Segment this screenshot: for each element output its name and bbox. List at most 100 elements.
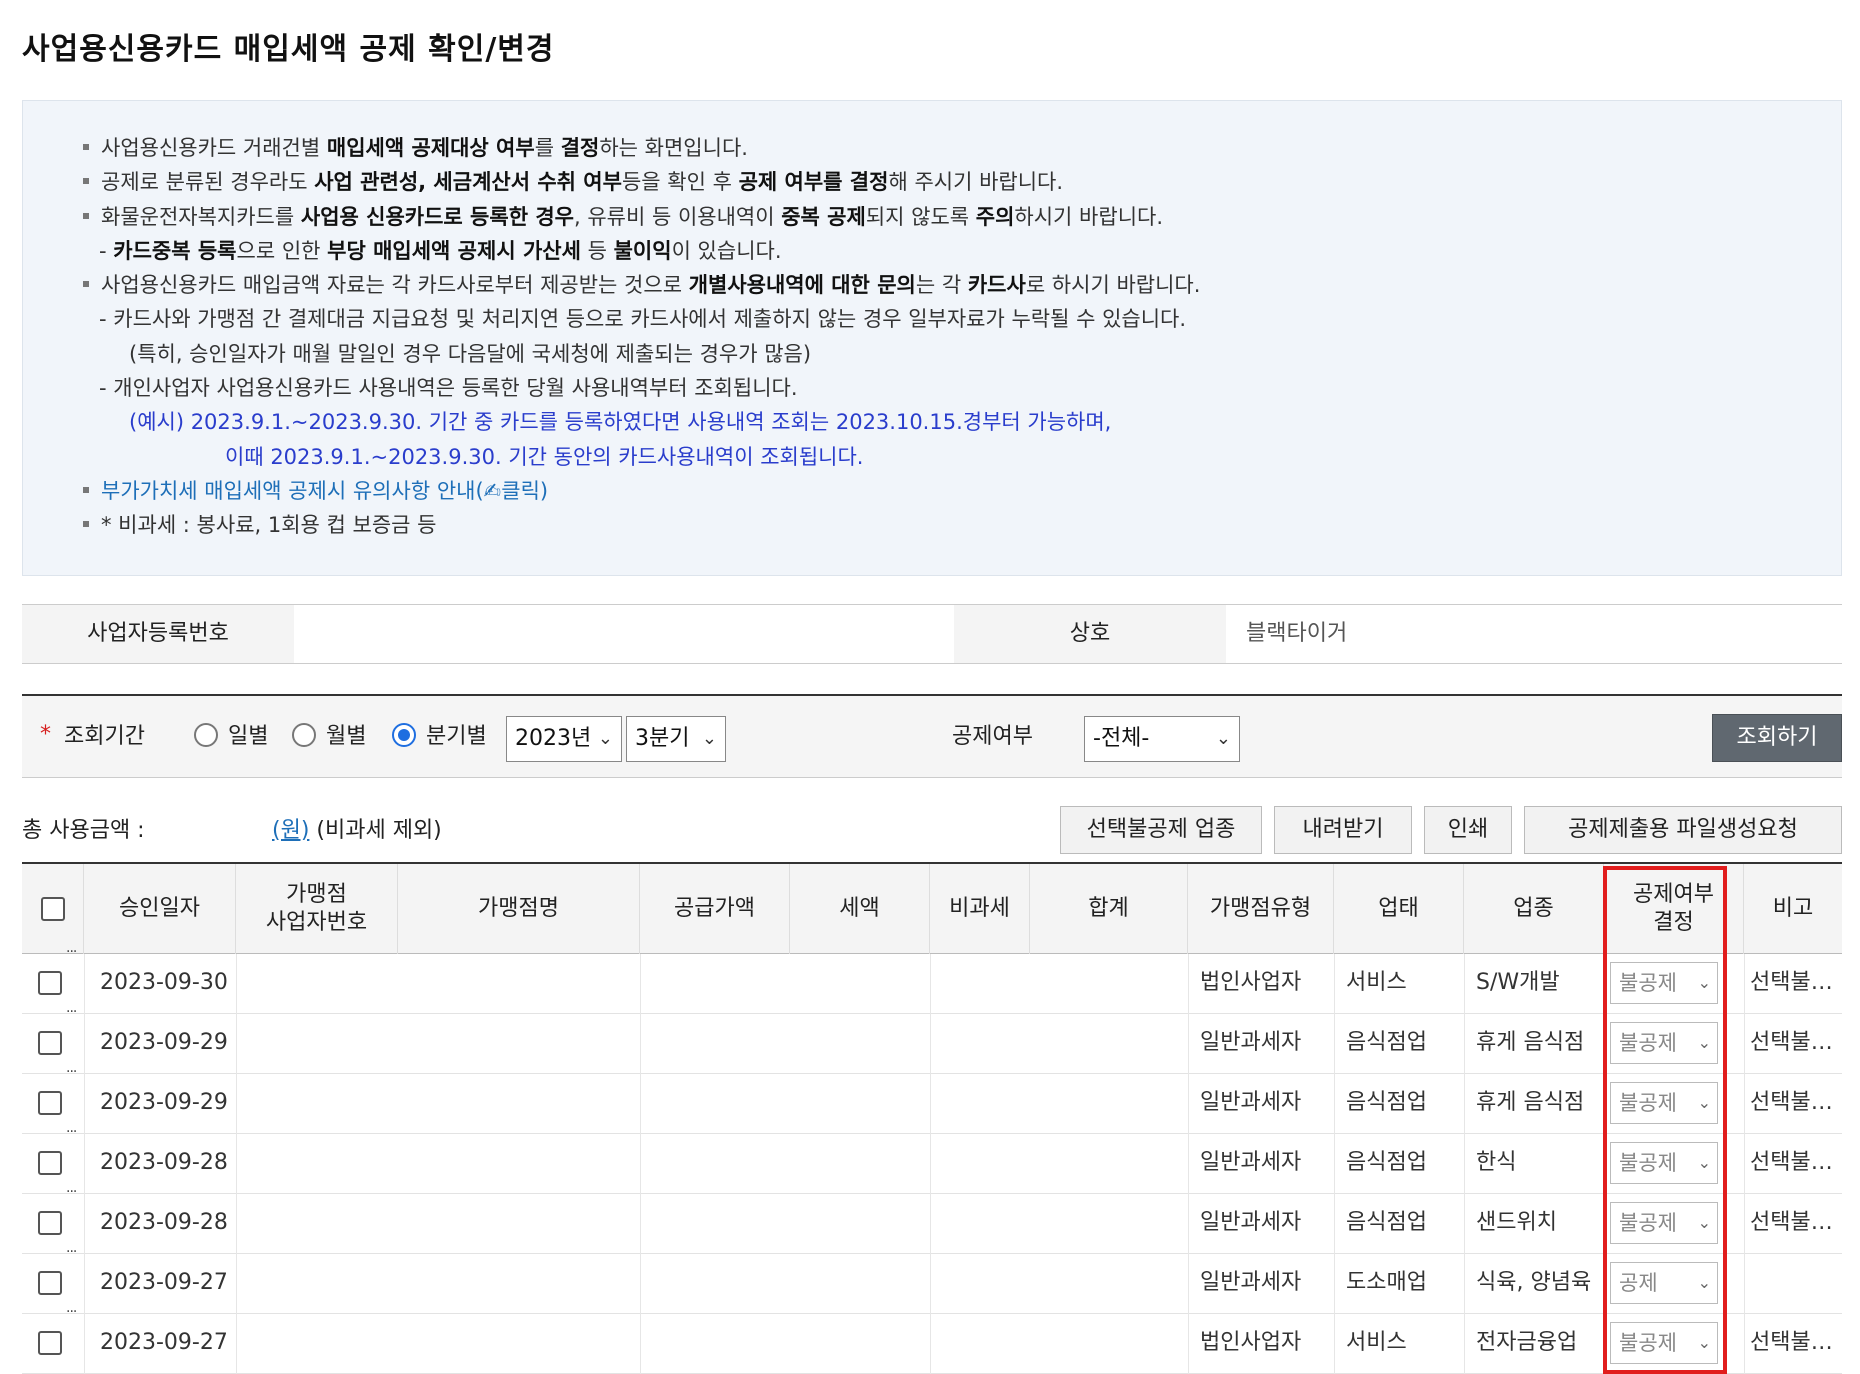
radio-monthly-label[interactable]: 월별 [326,696,366,778]
cell-industry: 한식 [1476,1150,1517,1175]
cell-merchant-type: 법인사업자 [1200,1330,1302,1355]
bizno-value [294,605,954,663]
row-checkbox[interactable] [38,1271,62,1295]
column-divider [1744,954,1745,1374]
notice-line-6: - 카드사와 가맹점 간 결제대금 지급요청 및 처리지연 등으로 카드사에서 … [99,307,1187,332]
radio-daily[interactable] [194,723,218,747]
cell-industry: 식육, 양념육 [1476,1270,1592,1295]
decision-select[interactable]: 불공제 ⌄ [1610,1022,1718,1064]
header-decision-line1: 공제여부 [1633,882,1714,907]
cell-remark: 선택불공제 [1750,970,1842,995]
page: 사업용신용카드 매입세액 공제 확인/변경 사업용신용카드 거래건별 매입세액 … [0,0,1860,1374]
row-more-icon: ··· [66,1124,77,1140]
company-label: 상호 [954,605,1226,663]
row-more-icon: ··· [66,1184,77,1200]
cell-date: 2023-09-28 [100,1150,228,1175]
decision-select[interactable]: 불공제 ⌄ [1610,1142,1718,1184]
column-divider [1334,954,1335,1374]
page-title: 사업용신용카드 매입세액 공제 확인/변경 [22,32,555,67]
year-select[interactable]: 2023년 ⌄ [506,716,622,762]
cell-industry: 휴게 음식점 [1476,1090,1585,1115]
row-more-icon: ··· [66,1244,77,1260]
company-value: 블랙타이거 [1246,621,1348,646]
cell-date: 2023-09-27 [100,1330,228,1355]
chevron-down-icon: ⌄ [1697,1213,1711,1232]
row-checkbox[interactable] [38,1151,62,1175]
header-supply: 공급가액 [640,864,790,954]
notice-example-1: (예시) 2023.9.1.~2023.9.30. 기간 중 카드를 등록하였다… [129,410,1112,435]
chevron-down-icon: ⌄ [1215,728,1231,749]
select-nondeduct-industry-button[interactable]: 선택불공제 업종 [1060,806,1262,854]
decision-select[interactable]: 공제 ⌄ [1610,1262,1718,1304]
cell-remark: 선택불공제 [1750,1150,1842,1175]
select-all-checkbox[interactable] [40,897,65,921]
vat-guide-link[interactable]: 부가가치세 매입세액 공제시 유의사항 안내(✍클릭) [101,479,548,503]
cell-biztype: 음식점업 [1346,1150,1427,1175]
search-bar: * 조회기간 일별 월별 분기별 2023년 ⌄ 3분기 ⌄ 공제여부 -전체- ⌄ … [22,694,1842,778]
quarter-select-value: 3분기 [635,726,690,751]
create-file-button[interactable]: 공제제출용 파일생성요청 [1524,806,1842,854]
radio-quarterly[interactable] [392,723,416,747]
cell-merchant-type: 법인사업자 [1200,970,1302,995]
notice-line-11: 부가가치세 매입세액 공제시 유의사항 안내(✍클릭) [59,474,1841,508]
table-header: 승인일자 가맹점 사업자번호 가맹점명 공급가액 세액 비과세 합계 가맹점유형 … [22,862,1842,954]
cell-date: 2023-09-27 [100,1270,228,1295]
radio-daily-label[interactable]: 일별 [228,696,268,778]
won-link[interactable]: (원) [272,818,309,843]
cell-biztype: 서비스 [1346,970,1407,995]
chevron-down-icon: ⌄ [701,728,717,749]
cell-remark: 선택불공제 [1750,1030,1842,1055]
notice-line-3: 화물운전자복지카드를 사업용 신용카드로 등록한 경우, 유류비 등 이용내역이… [59,200,1841,234]
total-label: 총 사용금액 : [22,818,145,843]
cell-remark: 선택불공제 [1750,1210,1842,1235]
row-checkbox[interactable] [38,971,62,995]
row-more-icon: ··· [66,1064,77,1080]
header-nontax: 비과세 [930,864,1030,954]
row-checkbox[interactable] [38,1031,62,1055]
cell-industry: 샌드위치 [1476,1210,1557,1235]
radio-monthly[interactable] [292,723,316,747]
decision-select-value: 불공제 [1619,1091,1677,1115]
query-button[interactable]: 조회하기 [1712,714,1842,762]
header-sum: 합계 [1030,864,1188,954]
header-name: 가맹점명 [398,864,640,954]
header-merchant-type: 가맹점유형 [1188,864,1334,954]
chevron-down-icon: ⌄ [1697,973,1711,992]
table-row: ··· 2023-09-28 일반과세자 음식점업 한식 불공제 ⌄ 선택불공제 [22,1124,1842,1194]
cell-industry: 전자금융업 [1476,1330,1578,1355]
download-button[interactable]: 내려받기 [1274,806,1412,854]
decision-select[interactable]: 불공제 ⌄ [1610,1322,1718,1364]
deduct-select[interactable]: -전체- ⌄ [1084,716,1240,762]
decision-select-value: 불공제 [1619,971,1677,995]
column-divider [1188,954,1189,1374]
cell-remark: 선택불공제 [1750,1090,1842,1115]
row-checkbox[interactable] [38,1211,62,1235]
row-more-icon: ··· [66,944,77,960]
column-divider [84,954,85,1374]
decision-select[interactable]: 불공제 ⌄ [1610,1202,1718,1244]
row-checkbox[interactable] [38,1091,62,1115]
notice-line-12: * 비과세 : 봉사료, 1회용 컵 보증금 등 [59,508,1841,542]
header-tax: 세액 [790,864,930,954]
notice-line-4: - 카드중복 등록으로 인한 부당 매입세액 공제시 가산세 등 불이익이 있습… [99,238,782,263]
table-row: ··· 2023-09-29 일반과세자 음식점업 휴게 음식점 불공제 ⌄ 선택불공제 [22,1064,1842,1134]
table-body: ··· 2023-09-30 법인사업자 서비스 S/W개발 불공제 ⌄ 선택불공제 ··· 20… [22,944,1842,1374]
decision-select-value: 불공제 [1619,1331,1677,1355]
header-bizno: 가맹점 사업자번호 [236,864,398,954]
header-biztype: 업태 [1334,864,1464,954]
decision-select[interactable]: 불공제 ⌄ [1610,962,1718,1004]
header-industry: 업종 [1464,864,1604,954]
deduct-select-value: -전체- [1093,726,1150,751]
row-checkbox[interactable] [38,1331,62,1355]
decision-select[interactable]: 불공제 ⌄ [1610,1082,1718,1124]
header-decision-line2: 결정 [1653,910,1694,935]
print-button[interactable]: 인쇄 [1424,806,1512,854]
quarter-select[interactable]: 3분기 ⌄ [626,716,726,762]
notice-example-2: 이때 2023.9.1.~2023.9.30. 기간 동안의 카드사용내역이 조… [225,444,864,469]
column-divider [1464,954,1465,1374]
cell-biztype: 음식점업 [1346,1210,1427,1235]
header-bizno-line2: 사업자번호 [265,910,368,935]
notice-line-1: 사업용신용카드 거래건별 매입세액 공제대상 여부를 결정하는 화면입니다. [59,131,1841,165]
chevron-down-icon: ⌄ [1697,1153,1711,1172]
radio-quarterly-label[interactable]: 분기별 [426,696,487,778]
